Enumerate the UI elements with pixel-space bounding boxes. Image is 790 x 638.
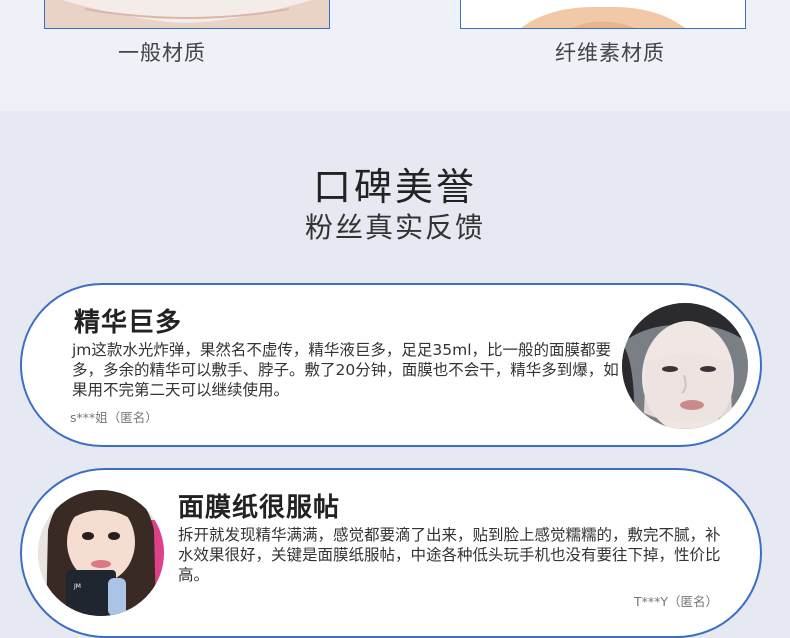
- review-text: 拆开就发现精华满满，感觉都要滴了出来，贴到脸上感觉糯糯的，敷完不腻，补水效果很好…: [178, 526, 721, 584]
- cellulose-material-image: [460, 0, 746, 29]
- review-title: 精华巨多: [74, 308, 183, 338]
- section-subtitle: 粉丝真实反馈: [304, 211, 485, 244]
- regular-material-image: [44, 0, 330, 29]
- regular-material-caption: 一般材质: [118, 41, 206, 65]
- cellulose-material-caption: 纤维素材质: [555, 41, 665, 65]
- material-comparison-section: 一般材质 纤维素材质: [0, 0, 790, 111]
- reviewer-name: T***Y（匿名）: [634, 594, 719, 609]
- reviewer-photo: [622, 303, 748, 429]
- review-card: 精华巨多 jm这款水光炸弹，果然名不虚传，精华液巨多，足足35ml，比一般的面膜…: [20, 283, 762, 447]
- section-title: 口碑美誉: [312, 165, 477, 209]
- review-title: 面膜纸很服帖: [178, 493, 341, 523]
- review-card: JM 面膜纸很服帖 拆开就发现精华满满，感觉都要滴了出来，贴到脸上感觉糯糯的，敷…: [20, 468, 762, 638]
- reviewer-name: s***姐（匿名）: [70, 410, 158, 425]
- reviewer-photo: JM: [38, 490, 164, 616]
- review-text: jm这款水光炸弹，果然名不虚传，精华液巨多，足足35ml，比一般的面膜都要多，多…: [72, 341, 619, 399]
- svg-text:JM: JM: [73, 583, 81, 590]
